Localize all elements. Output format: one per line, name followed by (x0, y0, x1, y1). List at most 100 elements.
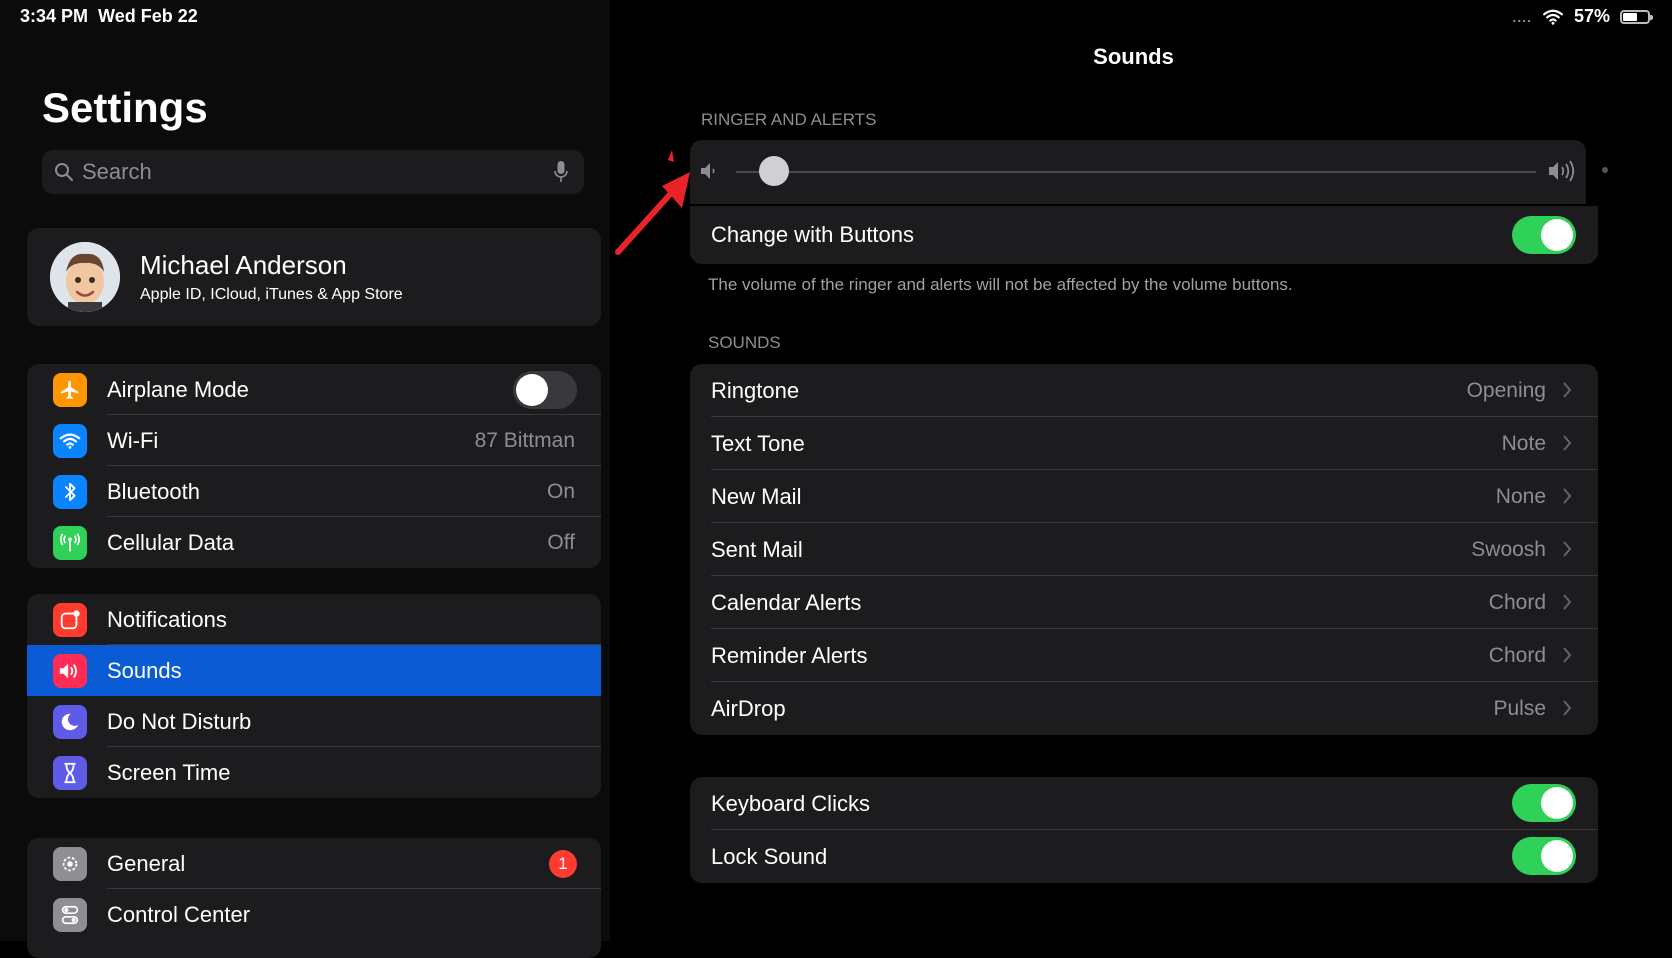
status-time-date: 3:34 PM Wed Feb 22 (20, 6, 198, 27)
sound-row-label: New Mail (711, 483, 802, 509)
volume-high-icon (1549, 160, 1575, 182)
chevron-right-icon (1563, 435, 1572, 451)
sidebar-item-label: Do Not Disturb (107, 708, 252, 734)
sidebar-item-wifi[interactable]: Wi-Fi 87 Bittman (27, 415, 601, 466)
notification-badge: 1 (549, 849, 577, 878)
volume-low-icon (701, 163, 715, 179)
profile-card[interactable]: Michael Anderson Apple ID, ICloud, iTune… (27, 228, 601, 326)
memoji-avatar-icon (50, 242, 120, 312)
sidebar-item-label: Screen Time (107, 759, 231, 785)
sound-row-value: Chord (1488, 643, 1546, 667)
sidebar-item-cellular-data[interactable]: Cellular Data Off (27, 517, 601, 568)
page-title: Sounds (1093, 44, 1174, 69)
keyboard-clicks-toggle[interactable] (1512, 784, 1576, 822)
sound-row-label: Sent Mail (711, 536, 803, 562)
bluetooth-value: On (546, 479, 575, 503)
sidebar-item-control-center[interactable]: Control Center (27, 889, 601, 940)
sidebar-item-general[interactable]: General 1 (27, 838, 601, 889)
lock-sound-row[interactable]: Lock Sound (690, 830, 1598, 883)
battery-icon (1620, 9, 1653, 24)
sound-row-label: AirDrop (711, 695, 786, 721)
chevron-right-icon (1563, 647, 1572, 663)
wifi-icon (53, 423, 87, 458)
sidebar-item-label: General (107, 850, 186, 876)
sound-row-label: Calendar Alerts (711, 589, 862, 615)
sound-row-value: Swoosh (1471, 537, 1546, 561)
change-with-buttons-label: Change with Buttons (711, 222, 915, 247)
chevron-right-icon (1563, 488, 1572, 504)
connectivity-group: Airplane Mode Wi-Fi 87 Bittman Bluetooth… (27, 364, 601, 568)
general-group: General 1 Control Center (27, 838, 601, 958)
battery-percent: 57% (1573, 6, 1610, 26)
sounds-section-header: SOUNDS (708, 333, 781, 352)
status-date: Wed Feb 22 (98, 6, 198, 26)
search-placeholder: Search (82, 159, 152, 184)
chevron-right-icon (1563, 594, 1572, 610)
sound-row-value: Note (1501, 431, 1546, 455)
edge-dot (1602, 167, 1608, 173)
sidebar-item-label: Bluetooth (107, 478, 200, 504)
sound-row-new-mail[interactable]: New Mail None (690, 470, 1598, 523)
wifi-status-icon (1543, 9, 1563, 25)
sidebar-item-sounds[interactable]: Sounds (27, 645, 601, 696)
sidebar-item-label: Sounds (107, 657, 182, 683)
sound-row-airdrop[interactable]: AirDrop Pulse (690, 682, 1598, 735)
avatar (50, 242, 120, 312)
bluetooth-icon (53, 474, 87, 509)
sidebar-item-label: Airplane Mode (107, 376, 249, 402)
status-bar: 3:34 PM Wed Feb 22 .... 57% (0, 0, 1672, 34)
sidebar-item-bluetooth[interactable]: Bluetooth On (27, 466, 601, 517)
status-time: 3:34 PM (20, 6, 89, 26)
change-with-buttons-toggle[interactable] (1512, 216, 1576, 254)
system-sounds-group: Keyboard Clicks Lock Sound (690, 777, 1598, 883)
sound-row-value: None (1495, 484, 1546, 508)
sound-row-label: Ringtone (711, 377, 800, 403)
profile-name: Michael Anderson (140, 250, 347, 280)
ringer-section-header: RINGER AND ALERTS (701, 110, 877, 129)
slider-track[interactable] (736, 171, 1536, 173)
sound-row-calendar-alerts[interactable]: Calendar Alerts Chord (690, 576, 1598, 629)
sound-row-label: Text Tone (711, 430, 805, 456)
sound-row-ringtone[interactable]: Ringtone Opening (690, 364, 1598, 417)
switches-icon (53, 897, 87, 932)
keyboard-clicks-label: Keyboard Clicks (711, 790, 870, 816)
change-with-buttons-row[interactable]: Change with Buttons (690, 206, 1598, 264)
sound-row-reminder-alerts[interactable]: Reminder Alerts Chord (690, 629, 1598, 682)
sidebar-item-notifications[interactable]: Notifications (27, 594, 601, 645)
hourglass-icon (53, 755, 87, 790)
sidebar-title: Settings (42, 84, 208, 131)
slider-thumb[interactable] (758, 156, 789, 186)
lock-sound-toggle[interactable] (1512, 837, 1576, 875)
status-indicators: .... 57% (1512, 6, 1653, 27)
chevron-right-icon (1563, 541, 1572, 557)
search-field[interactable]: Search (42, 150, 584, 194)
sidebar-item-airplane-mode[interactable]: Airplane Mode (27, 364, 601, 415)
microphone-icon[interactable] (554, 161, 568, 183)
sound-row-value: Pulse (1493, 696, 1546, 720)
sidebar-item-label: Cellular Data (107, 529, 235, 555)
airplane-mode-toggle[interactable] (513, 371, 577, 409)
sound-row-value: Chord (1488, 590, 1546, 614)
wifi-network-value: 87 Bittman (474, 428, 575, 452)
ringer-volume-slider[interactable] (690, 140, 1586, 204)
speaker-icon (53, 653, 87, 688)
airplane-icon (53, 372, 87, 407)
sound-row-value: Opening (1466, 378, 1546, 402)
chevron-right-icon (1563, 382, 1572, 398)
sound-row-sent-mail[interactable]: Sent Mail Swoosh (690, 523, 1598, 576)
gear-icon (53, 846, 87, 881)
antenna-icon (53, 525, 87, 560)
ringer-footnote: The volume of the ringer and alerts will… (708, 275, 1293, 294)
sidebar: Settings Search Michael Anderson Apple I… (0, 0, 610, 958)
notifications-icon (53, 602, 87, 637)
sound-row-text-tone[interactable]: Text Tone Note (690, 417, 1598, 470)
moon-icon (53, 704, 87, 739)
keyboard-clicks-row[interactable]: Keyboard Clicks (690, 777, 1598, 830)
chevron-right-icon (1563, 700, 1572, 716)
sidebar-item-do-not-disturb[interactable]: Do Not Disturb (27, 696, 601, 747)
sidebar-item-screen-time[interactable]: Screen Time (27, 747, 601, 798)
sidebar-item-label: Control Center (107, 901, 251, 927)
search-icon (55, 163, 73, 181)
annotation-arrow-icon (615, 150, 690, 255)
notifications-group: Notifications Sounds Do Not Disturb Scre… (27, 594, 601, 798)
